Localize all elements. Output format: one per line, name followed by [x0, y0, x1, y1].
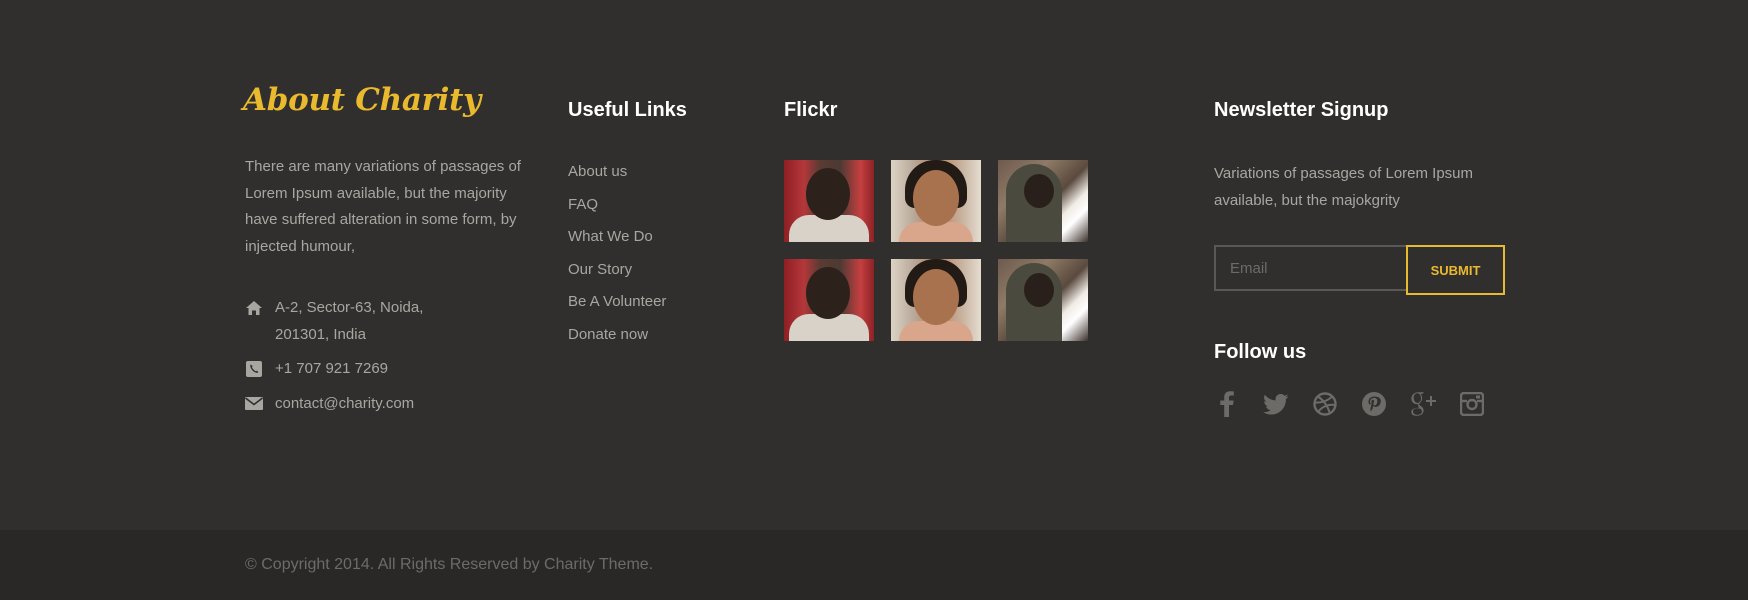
- flickr-photo[interactable]: [784, 160, 874, 242]
- google-plus-icon[interactable]: [1410, 390, 1436, 418]
- phone-icon: [245, 355, 263, 382]
- contact-address: A-2, Sector-63, Noida, 201301, India: [245, 294, 435, 348]
- link-be-a-volunteer[interactable]: Be A Volunteer: [568, 288, 666, 321]
- useful-links-list: About us FAQ What We Do Our Story Be A V…: [568, 158, 666, 354]
- home-icon: [245, 294, 263, 321]
- link-what-we-do[interactable]: What We Do: [568, 223, 666, 256]
- newsletter-title: Newsletter Signup: [1214, 99, 1389, 121]
- newsletter-email-input[interactable]: [1214, 245, 1406, 291]
- link-donate-now[interactable]: Donate now: [568, 321, 666, 354]
- link-our-story[interactable]: Our Story: [568, 256, 666, 289]
- link-about-us[interactable]: About us: [568, 158, 666, 191]
- flickr-photo[interactable]: [998, 160, 1088, 242]
- link-faq[interactable]: FAQ: [568, 191, 666, 224]
- about-title: About Charity: [243, 82, 481, 118]
- address-text: A-2, Sector-63, Noida, 201301, India: [275, 299, 424, 343]
- instagram-icon[interactable]: [1459, 390, 1485, 418]
- newsletter-text: Variations of passages of Lorem Ipsum av…: [1214, 165, 1474, 209]
- flickr-photo[interactable]: [784, 259, 874, 341]
- flickr-grid: [784, 160, 1088, 341]
- contact-phone: +1 707 921 7269: [245, 355, 388, 382]
- dribbble-icon[interactable]: [1312, 390, 1338, 418]
- about-text: There are many variations of passages of…: [245, 158, 521, 255]
- useful-links-title: Useful Links: [568, 99, 687, 121]
- flickr-photo[interactable]: [998, 259, 1088, 341]
- pinterest-icon[interactable]: [1361, 390, 1387, 418]
- twitter-icon[interactable]: [1263, 390, 1289, 418]
- flickr-photo[interactable]: [891, 259, 981, 341]
- facebook-icon[interactable]: [1214, 390, 1240, 418]
- envelope-icon: [245, 390, 263, 417]
- email-text[interactable]: contact@charity.com: [275, 390, 414, 417]
- contact-email: contact@charity.com: [245, 390, 414, 417]
- newsletter-submit-button[interactable]: SUBMIT: [1406, 245, 1505, 295]
- flickr-title: Flickr: [784, 99, 838, 121]
- flickr-photo[interactable]: [891, 160, 981, 242]
- copyright-text: © Copyright 2014. All Rights Reserved by…: [245, 556, 654, 573]
- follow-us-title: Follow us: [1214, 341, 1307, 363]
- social-links: [1214, 390, 1508, 418]
- phone-text[interactable]: +1 707 921 7269: [275, 355, 388, 382]
